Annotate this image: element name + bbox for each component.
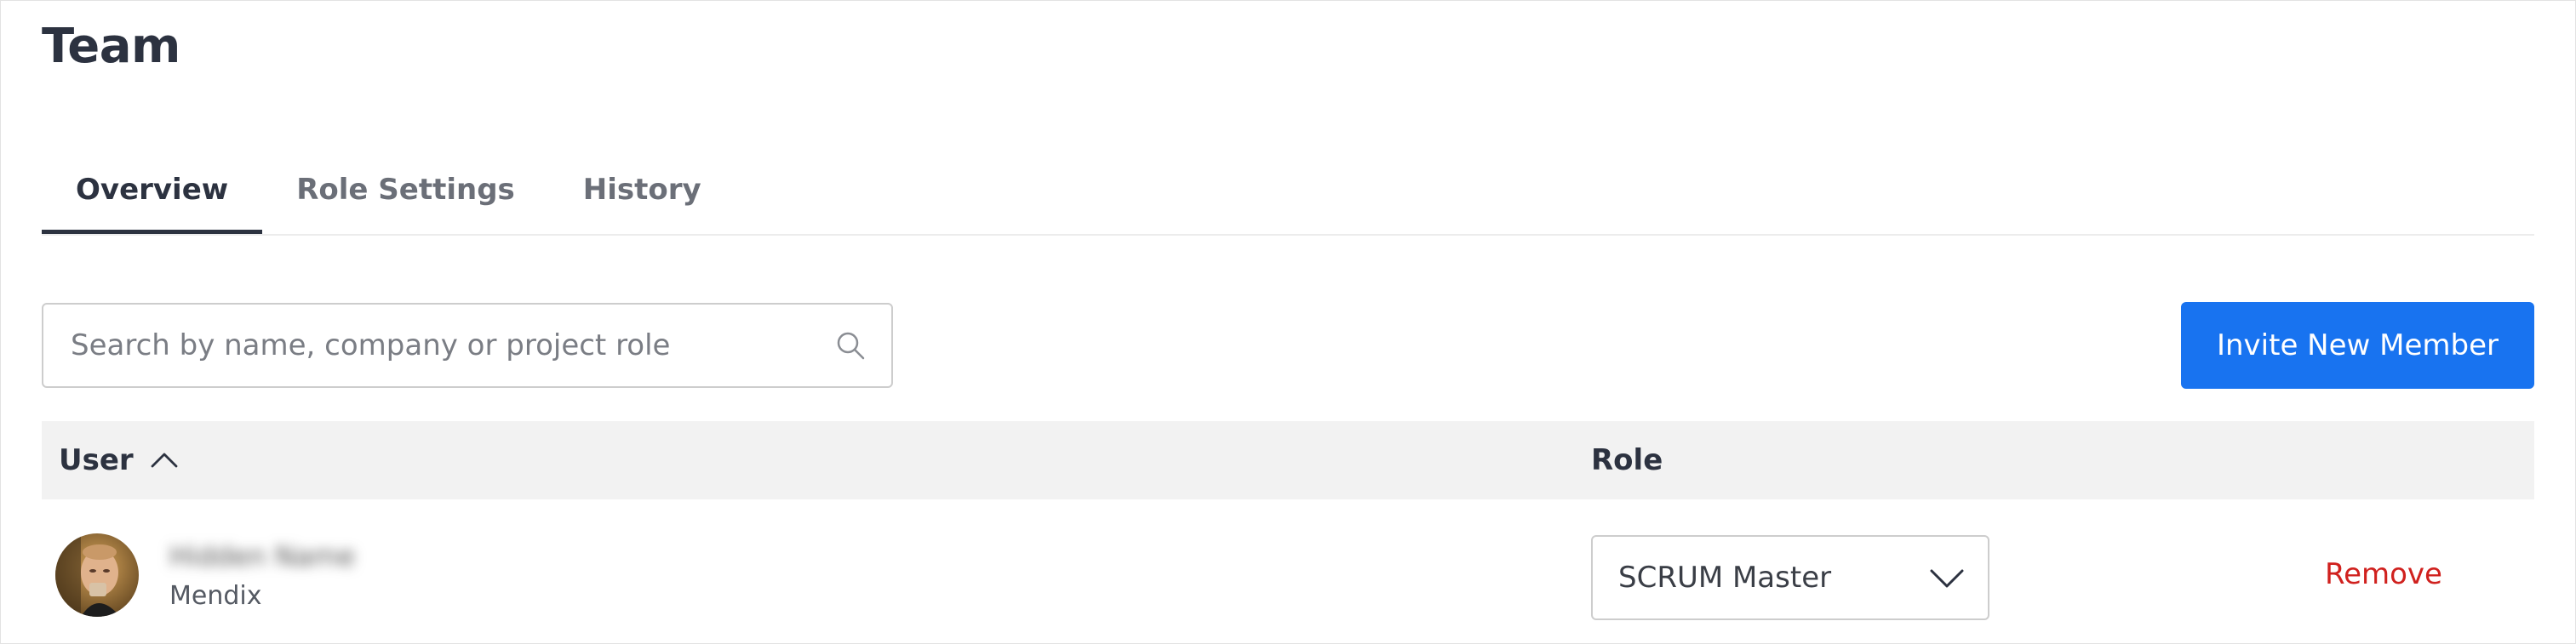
search-box bbox=[42, 303, 893, 388]
column-header-user[interactable]: User bbox=[59, 421, 180, 499]
invite-new-member-button[interactable]: Invite New Member bbox=[2180, 302, 2534, 389]
tab-history[interactable]: History bbox=[549, 145, 736, 234]
user-company: Mendix bbox=[169, 581, 262, 611]
page-title: Team bbox=[42, 19, 180, 74]
role-dropdown[interactable]: SCRUM Master bbox=[1591, 535, 1989, 620]
tab-role-settings[interactable]: Role Settings bbox=[262, 145, 549, 234]
user-name: Hidden Name bbox=[169, 540, 356, 573]
column-header-role: Role bbox=[1591, 443, 1663, 477]
table-row: Hidden Name Mendix SCRUM Master Remove bbox=[42, 499, 2534, 644]
tab-overview[interactable]: Overview bbox=[42, 145, 263, 234]
table-header: User Role bbox=[42, 421, 2534, 499]
avatar bbox=[55, 533, 139, 617]
chevron-up-icon bbox=[151, 453, 178, 468]
team-page: Team Overview Role Settings History Invi… bbox=[0, 0, 2576, 644]
remove-member-link[interactable]: Remove bbox=[2325, 557, 2442, 591]
chevron-down-icon bbox=[1930, 569, 1964, 588]
column-header-user-label: User bbox=[59, 443, 134, 477]
search-icon[interactable] bbox=[833, 328, 867, 362]
search-input[interactable] bbox=[69, 328, 833, 363]
tab-bar: Overview Role Settings History bbox=[42, 145, 2534, 236]
role-dropdown-value: SCRUM Master bbox=[1618, 561, 1832, 595]
